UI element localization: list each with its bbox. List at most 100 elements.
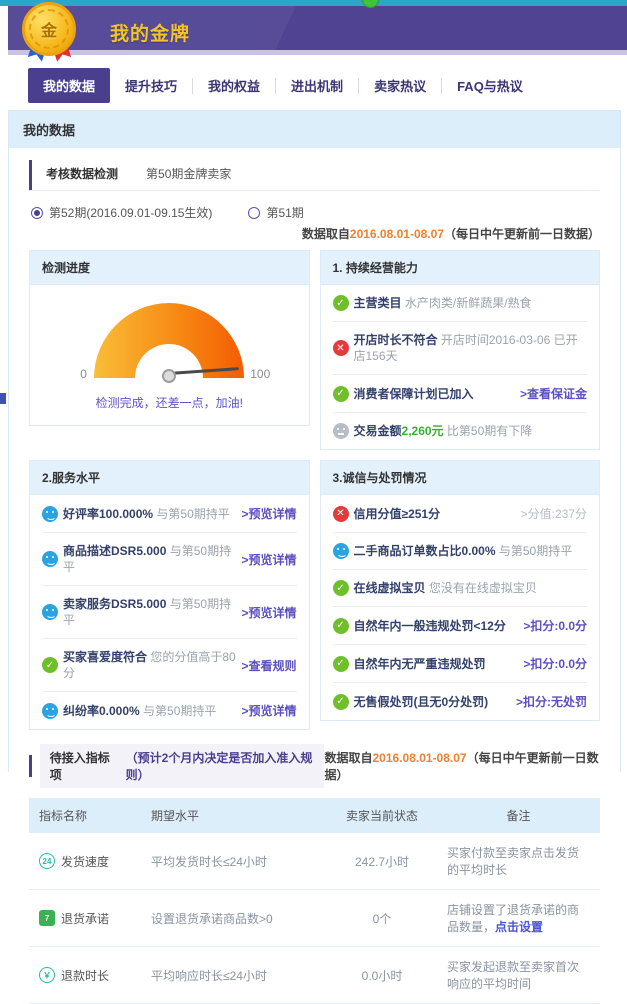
page-header: 我的金牌 [8, 6, 627, 50]
clock-24h-icon: 24 [39, 853, 55, 869]
metric-row: 好评率100.000% 与第50期持平 >预览详情 [42, 495, 297, 533]
tab-my-benefits[interactable]: 我的权益 [193, 68, 275, 103]
metric-current: 242.7小时 [327, 833, 437, 890]
period-radio-group: 第52期(2016.09.01-09.15生效) 第51期 [31, 204, 600, 221]
view-rules-link[interactable]: >查看规则 [241, 657, 296, 674]
deduction-link[interactable]: >扣分:0.0分 [523, 655, 587, 672]
preview-detail-link[interactable]: >预览详情 [241, 702, 296, 719]
metric-expect: 平均发货时长≤24小时 [141, 833, 327, 890]
check-icon: ✓ [333, 618, 349, 634]
metric-name: 发货速度 [61, 853, 109, 870]
metric-detail: 您没有在线虚拟宝贝 [429, 581, 537, 595]
medal-text: 金 [41, 17, 57, 41]
radio-unselected-icon[interactable] [248, 207, 260, 219]
metric-label: 无售假处罚(且无0分处罚) [354, 695, 489, 709]
data-source-suffix: （每日中午更新前一日数据） [444, 227, 600, 241]
smile-icon [42, 604, 58, 620]
progress-gauge: 0 100 [94, 303, 244, 378]
metric-row: 卖家服务DSR5.000 与第50期持平 >预览详情 [42, 586, 297, 639]
header-bottom-strip [8, 50, 627, 55]
check-icon: ✓ [333, 295, 349, 311]
table-row: 7退货承诺 设置退货承诺商品数>0 0个 店铺设置了退货承诺的商品数量，点击设置 [29, 890, 600, 947]
gauge-caption: 检测完成，还差一点，加油! [30, 394, 309, 411]
data-source-prefix: 数据取自 [302, 227, 350, 241]
preview-detail-link[interactable]: >预览详情 [241, 551, 296, 568]
main-tabs: 我的数据 提升技巧 我的权益 进出机制 卖家热议 FAQ与热议 [28, 68, 538, 103]
check-icon: ✓ [333, 580, 349, 596]
panel-3-title: 3.诚信与处罚情况 [321, 461, 600, 495]
data-source-date: 2016.08.01-08.07 [372, 751, 466, 765]
return-7day-icon: 7 [39, 910, 55, 926]
metric-note: 买家付款至卖家点击发货的平均时长 [437, 833, 600, 890]
section-title: 我的数据 [9, 111, 620, 148]
tab-entry-exit[interactable]: 进出机制 [276, 68, 358, 103]
table-header-row: 指标名称 期望水平 卖家当前状态 备注 [29, 798, 600, 833]
metric-name: 退货承诺 [61, 910, 109, 927]
panel-check-progress: 检测进度 0 100 检测完成，还差一点，加油! [29, 250, 310, 426]
metric-row: ✕ 开店时长不符合 开店时间2016-03-06 已开店156天 [333, 322, 588, 375]
click-to-set-link[interactable]: 点击设置 [495, 920, 543, 934]
metric-label: 自然年内一般违规处罚<12分 [354, 619, 506, 633]
metric-label: 开店时长不符合 [354, 333, 438, 347]
metric-label: 卖家服务DSR5.000 [63, 597, 166, 611]
period-51-radio[interactable]: 第51期 [248, 204, 303, 221]
metric-row: ✓ 买家喜爱度符合 您的分值高于80分 >查看规则 [42, 639, 297, 692]
metric-row: ✓ 自然年内一般违规处罚<12分 >扣分:0.0分 [333, 607, 588, 645]
metric-detail: 比第50期有下降 [447, 424, 532, 438]
metric-row: 交易金额2,260元 比第50期有下降 [333, 413, 588, 449]
radio-selected-icon[interactable] [31, 207, 43, 219]
check-icon: ✓ [333, 694, 349, 710]
table-row: 24 发货速度 平均发货时长≤24小时 242.7小时 买家付款至卖家点击发货的平… [29, 833, 600, 890]
table-row: ￥退款时长 平均响应时长≤24小时 0.0小时 买家发起退款至卖家首次响应的平均… [29, 947, 600, 1004]
metric-detail: 水产肉类/新鲜蔬果/熟食 [405, 296, 532, 310]
deduction-link[interactable]: >扣分:0.0分 [523, 617, 587, 634]
metric-row: ✓ 主营类目 水产肉类/新鲜蔬果/熟食 [333, 285, 588, 322]
deduction-link[interactable]: >扣分:无处罚 [516, 693, 587, 710]
metric-row: ✓ 消费者保障计划已加入 >查看保证金 [333, 375, 588, 413]
metric-row: ✓ 自然年内无严重违规处罚 >扣分:0.0分 [333, 645, 588, 683]
pending-title-text: 待接入指标项 [40, 744, 126, 788]
metric-row: 商品描述DSR5.000 与第50期持平 >预览详情 [42, 533, 297, 586]
panel-check-progress-title: 检测进度 [30, 251, 309, 285]
period-52-radio[interactable]: 第52期(2016.09.01-09.15生效) [31, 204, 212, 221]
preview-detail-link[interactable]: >预览详情 [241, 505, 296, 522]
panel-integrity-penalty: 3.诚信与处罚情况 ✕ 信用分值≥251分 >分值:237分 二手商品订单数占比… [320, 460, 601, 721]
preview-detail-link[interactable]: >预览详情 [241, 604, 296, 621]
metric-detail: 与第50期持平 [143, 704, 216, 718]
metric-row: 二手商品订单数占比0.00% 与第50期持平 [333, 533, 588, 570]
check-icon: ✓ [42, 657, 58, 673]
period-51-label: 第51期 [266, 204, 303, 221]
subtab-assessment-check[interactable]: 考核数据检测 [29, 160, 132, 190]
metric-note: 买家发起退款至卖家首次响应的平均时间 [437, 947, 600, 1004]
content-wrapper: 我的数据 考核数据检测 第50期金牌卖家 第52期(2016.09.01-09.… [8, 110, 621, 772]
metric-row: ✓ 无售假处罚(且无0分处罚) >扣分:无处罚 [333, 683, 588, 720]
period-52-label: 第52期(2016.09.01-09.15生效) [49, 204, 212, 221]
metric-label: 买家喜爱度符合 [63, 650, 147, 664]
tab-improve-skills[interactable]: 提升技巧 [110, 68, 192, 103]
tab-my-data[interactable]: 我的数据 [28, 68, 110, 103]
medal-circle: 金 [22, 2, 76, 56]
data-source-prefix: 数据取自 [324, 751, 372, 765]
neutral-face-icon [333, 423, 349, 439]
panel-business-capability: 1. 持续经营能力 ✓ 主营类目 水产肉类/新鲜蔬果/熟食 ✕ 开店时长不符合 … [320, 250, 601, 450]
check-icon: ✓ [333, 656, 349, 672]
metric-amount: 2,260元 [402, 424, 444, 438]
gold-medal-icon: 金 [20, 2, 82, 64]
top-teal-strip [0, 0, 627, 6]
metric-current: 0.0小时 [327, 947, 437, 1004]
pending-metrics-table: 指标名称 期望水平 卖家当前状态 备注 24 发货速度 平均发货时长≤24小时 2… [29, 798, 600, 1004]
metric-label: 自然年内无严重违规处罚 [354, 657, 486, 671]
subtab-period50-gold-seller[interactable]: 第50期金牌卖家 [132, 160, 245, 190]
left-edge-marker [0, 393, 6, 404]
smile-icon [42, 703, 58, 719]
metric-expect: 设置退货承诺商品数>0 [141, 890, 327, 947]
view-deposit-link[interactable]: >查看保证金 [520, 385, 587, 402]
metric-expect: 平均响应时长≤24小时 [141, 947, 327, 1004]
col-metric-name: 指标名称 [29, 798, 141, 833]
tab-faq[interactable]: FAQ与热议 [442, 68, 538, 103]
data-source-line: 数据取自2016.08.01-08.07（每日中午更新前一日数据） [29, 225, 600, 242]
metric-row: 纠纷率0.000% 与第50期持平 >预览详情 [42, 692, 297, 729]
pending-metrics-title: 待接入指标项 （预计2个月内决定是否加入准入规则） [29, 744, 324, 788]
tab-seller-discussion[interactable]: 卖家热议 [359, 68, 441, 103]
col-current-status: 卖家当前状态 [327, 798, 437, 833]
